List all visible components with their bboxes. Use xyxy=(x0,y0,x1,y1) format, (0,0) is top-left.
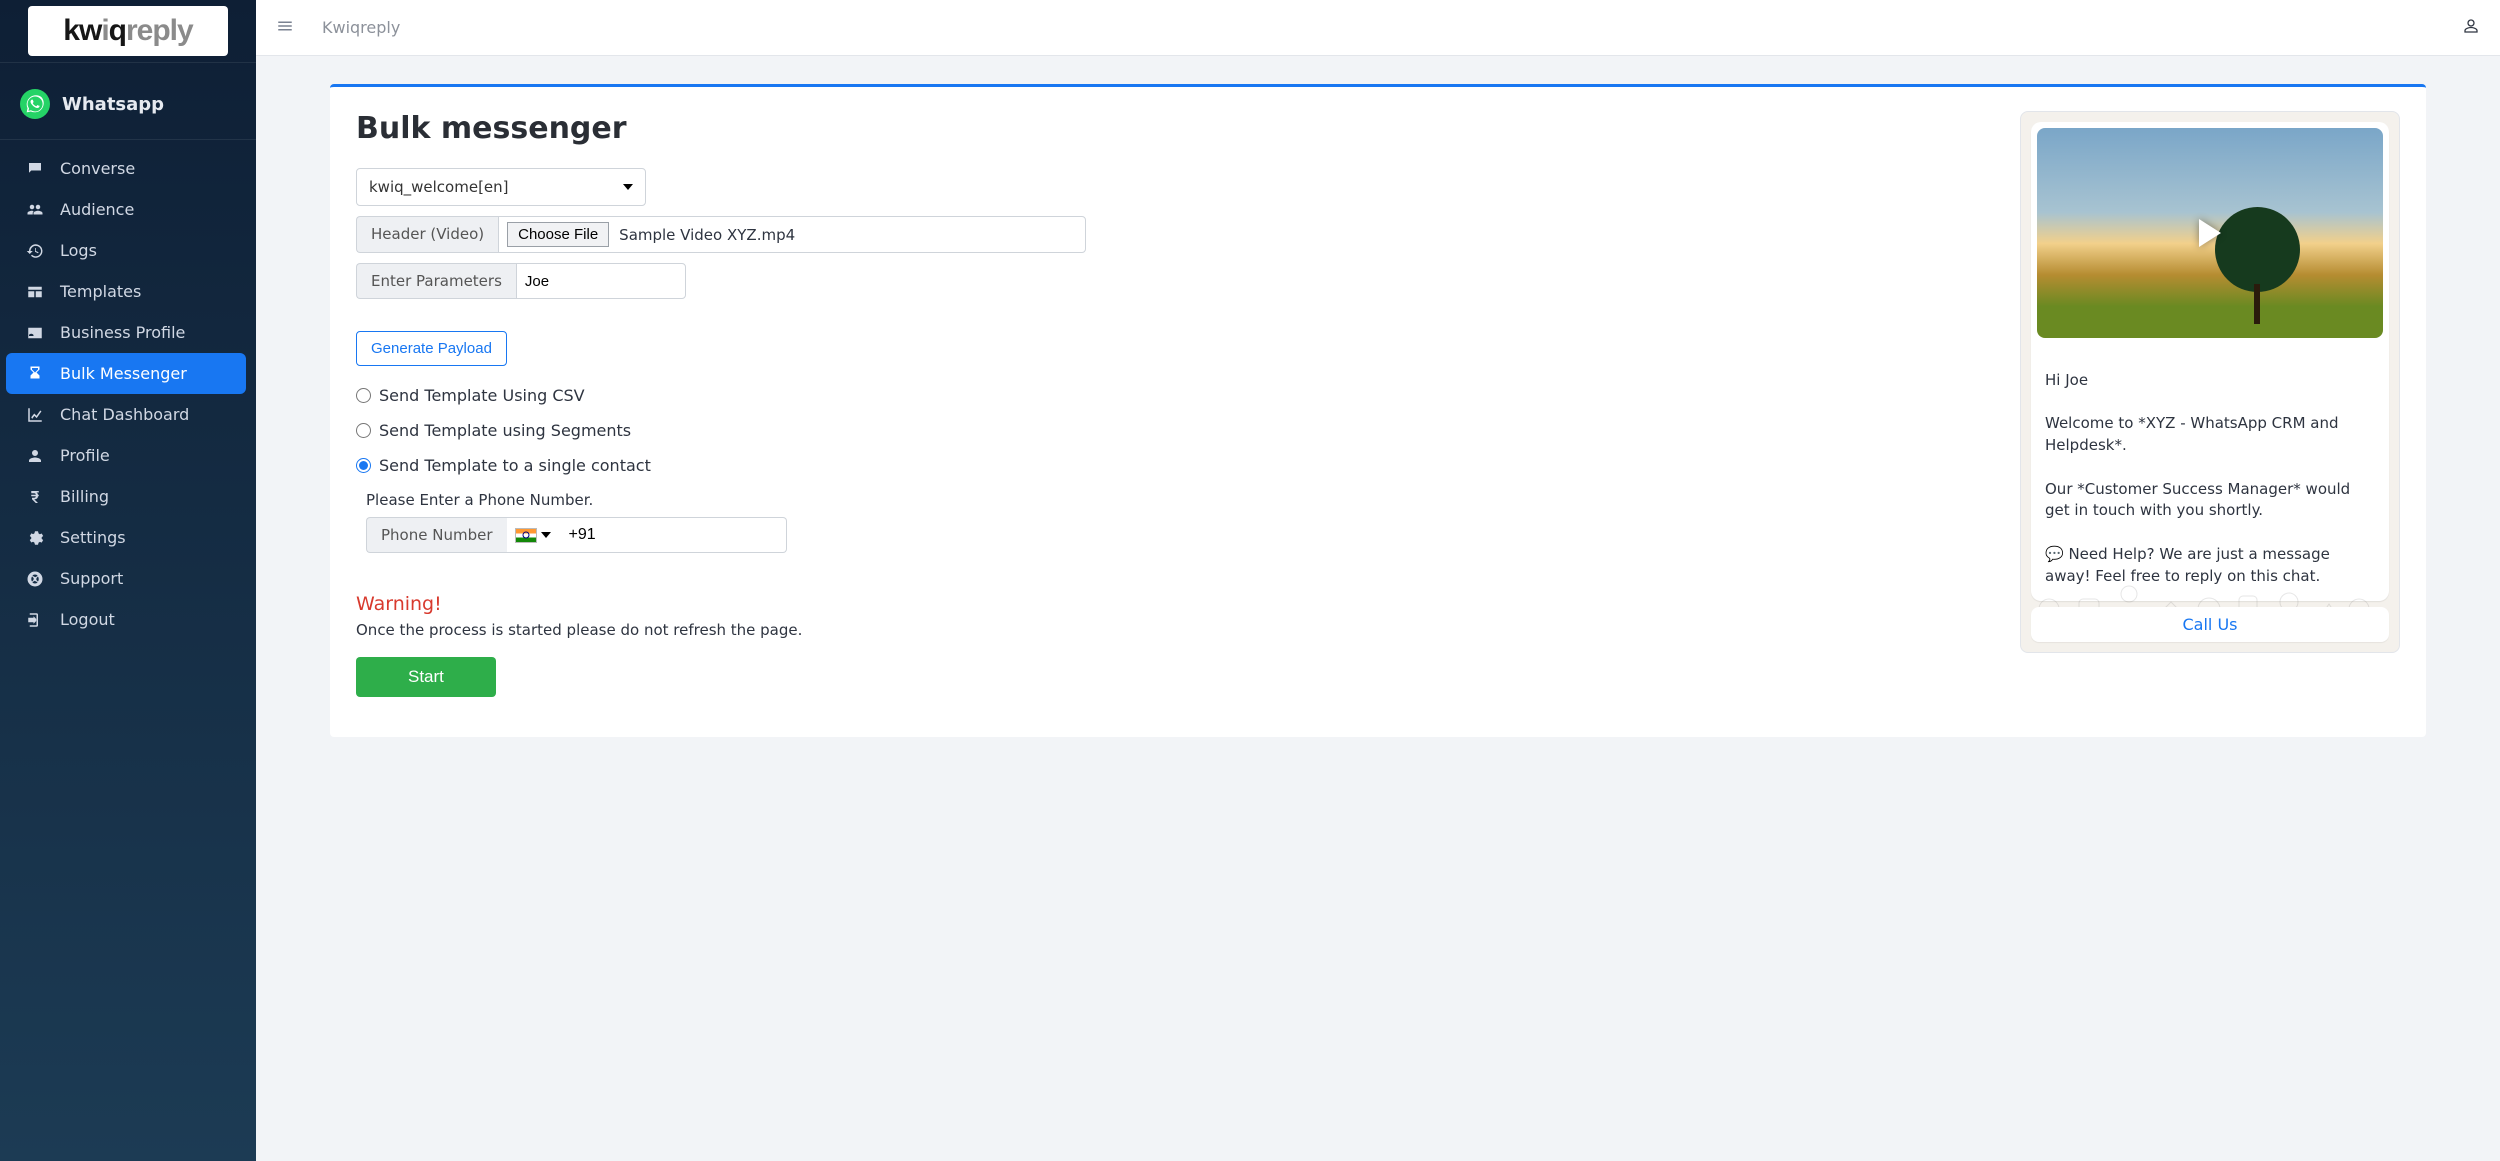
warning-body: Once the process is started please do no… xyxy=(356,621,1990,639)
life-ring-icon xyxy=(24,570,46,588)
sidebar-item-label: Converse xyxy=(60,159,135,178)
sidebar-item-bulk-messenger[interactable]: Bulk Messenger xyxy=(6,353,246,394)
sidebar: kwiqreply Whatsapp Converse Audience Log… xyxy=(0,0,256,1161)
sidebar-item-label: Support xyxy=(60,569,123,588)
whatsapp-icon xyxy=(20,89,50,119)
sidebar-item-logs[interactable]: Logs xyxy=(0,230,246,271)
menu-toggle-icon[interactable] xyxy=(276,17,294,39)
sidebar-item-label: Templates xyxy=(60,282,141,301)
parameters-label: Enter Parameters xyxy=(356,263,516,299)
header-video-row: Header (Video) Choose File Sample Video … xyxy=(356,216,1086,253)
preview-message-bubble: Hi Joe Welcome to *XYZ - WhatsApp CRM and… xyxy=(2031,122,2389,601)
phone-hint: Please Enter a Phone Number. xyxy=(366,491,1990,509)
phone-number-block: Please Enter a Phone Number. Phone Numbe… xyxy=(366,491,1990,553)
sidebar-item-label: Bulk Messenger xyxy=(60,364,187,383)
main-content: Bulk messenger kwiq_welcome[en] Header (… xyxy=(256,56,2500,1161)
sidebar-item-billing[interactable]: Billing xyxy=(0,476,246,517)
template-selected-value: kwiq_welcome[en] xyxy=(369,178,509,196)
people-icon xyxy=(24,201,46,219)
chevron-down-icon xyxy=(623,178,633,196)
topbar: Kwiqreply xyxy=(256,0,2500,56)
sidebar-item-label: Logout xyxy=(60,610,115,629)
send-option-segments[interactable]: Send Template using Segments xyxy=(356,421,1990,440)
sidebar-item-label: Billing xyxy=(60,487,109,506)
sidebar-item-label: Chat Dashboard xyxy=(60,405,189,424)
brand-logo: kwiqreply xyxy=(28,6,228,56)
preview-video-thumb[interactable] xyxy=(2037,128,2383,338)
page-title: Bulk messenger xyxy=(356,111,1990,146)
templates-icon xyxy=(24,283,46,301)
send-option-single[interactable]: Send Template to a single contact xyxy=(356,456,1990,475)
gears-icon xyxy=(24,529,46,547)
warning-title: Warning! xyxy=(356,593,1990,615)
sidebar-item-profile[interactable]: Profile xyxy=(0,435,246,476)
send-option-csv-radio[interactable] xyxy=(356,388,371,403)
preview-greeting: Hi Joe xyxy=(2045,371,2088,389)
bulk-messenger-card: Bulk messenger kwiq_welcome[en] Header (… xyxy=(330,84,2426,737)
sidebar-item-business-profile[interactable]: Business Profile xyxy=(0,312,246,353)
send-option-single-label: Send Template to a single contact xyxy=(379,456,651,475)
send-option-group: Send Template Using CSV Send Template us… xyxy=(356,386,1990,475)
preview-cta-button[interactable]: Call Us xyxy=(2031,607,2389,642)
sidebar-item-label: Logs xyxy=(60,241,97,260)
phone-label: Phone Number xyxy=(366,517,507,553)
chart-icon xyxy=(24,406,46,424)
topbar-brand: Kwiqreply xyxy=(322,18,400,37)
history-icon xyxy=(24,242,46,260)
sidebar-item-audience[interactable]: Audience xyxy=(0,189,246,230)
flag-india-icon xyxy=(515,528,537,543)
parameters-row: Enter Parameters xyxy=(356,263,686,299)
preview-body: Welcome to *XYZ - WhatsApp CRM and Helpd… xyxy=(2045,414,2350,584)
choose-file-button[interactable]: Choose File xyxy=(507,222,609,247)
send-option-csv[interactable]: Send Template Using CSV xyxy=(356,386,1990,405)
sidebar-section-label: Whatsapp xyxy=(62,94,164,115)
send-option-single-radio[interactable] xyxy=(356,458,371,473)
header-video-label: Header (Video) xyxy=(356,216,498,253)
country-code-select[interactable] xyxy=(507,517,559,553)
id-card-icon xyxy=(24,324,46,342)
sidebar-item-settings[interactable]: Settings xyxy=(0,517,246,558)
sidebar-item-chat-dashboard[interactable]: Chat Dashboard xyxy=(0,394,246,435)
send-option-segments-radio[interactable] xyxy=(356,423,371,438)
chosen-file-name: Sample Video XYZ.mp4 xyxy=(619,226,795,244)
hourglass-icon xyxy=(24,365,46,383)
send-option-segments-label: Send Template using Segments xyxy=(379,421,631,440)
whatsapp-preview: Hi Joe Welcome to *XYZ - WhatsApp CRM and… xyxy=(2020,111,2400,653)
sidebar-section-whatsapp: Whatsapp xyxy=(0,62,256,140)
phone-input[interactable] xyxy=(559,517,787,553)
sidebar-item-label: Profile xyxy=(60,446,110,465)
chevron-down-icon xyxy=(541,530,551,540)
sidebar-item-converse[interactable]: Converse xyxy=(0,148,246,189)
user-icon xyxy=(24,447,46,465)
profile-menu-icon[interactable] xyxy=(2462,17,2480,39)
logout-icon xyxy=(24,611,46,629)
sidebar-item-logout[interactable]: Logout xyxy=(0,599,246,640)
sidebar-item-label: Audience xyxy=(60,200,134,219)
sidebar-item-label: Settings xyxy=(60,528,126,547)
sidebar-item-templates[interactable]: Templates xyxy=(0,271,246,312)
play-icon xyxy=(2199,219,2221,247)
sidebar-item-support[interactable]: Support xyxy=(0,558,246,599)
chat-icon xyxy=(24,160,46,178)
start-button[interactable]: Start xyxy=(356,657,496,697)
parameters-input[interactable] xyxy=(525,273,677,290)
generate-payload-button[interactable]: Generate Payload xyxy=(356,331,507,366)
template-select[interactable]: kwiq_welcome[en] xyxy=(356,168,646,206)
sidebar-nav: Converse Audience Logs Templates Busines… xyxy=(0,140,256,640)
rupee-icon xyxy=(24,488,46,506)
send-option-csv-label: Send Template Using CSV xyxy=(379,386,585,405)
sidebar-item-label: Business Profile xyxy=(60,323,185,342)
